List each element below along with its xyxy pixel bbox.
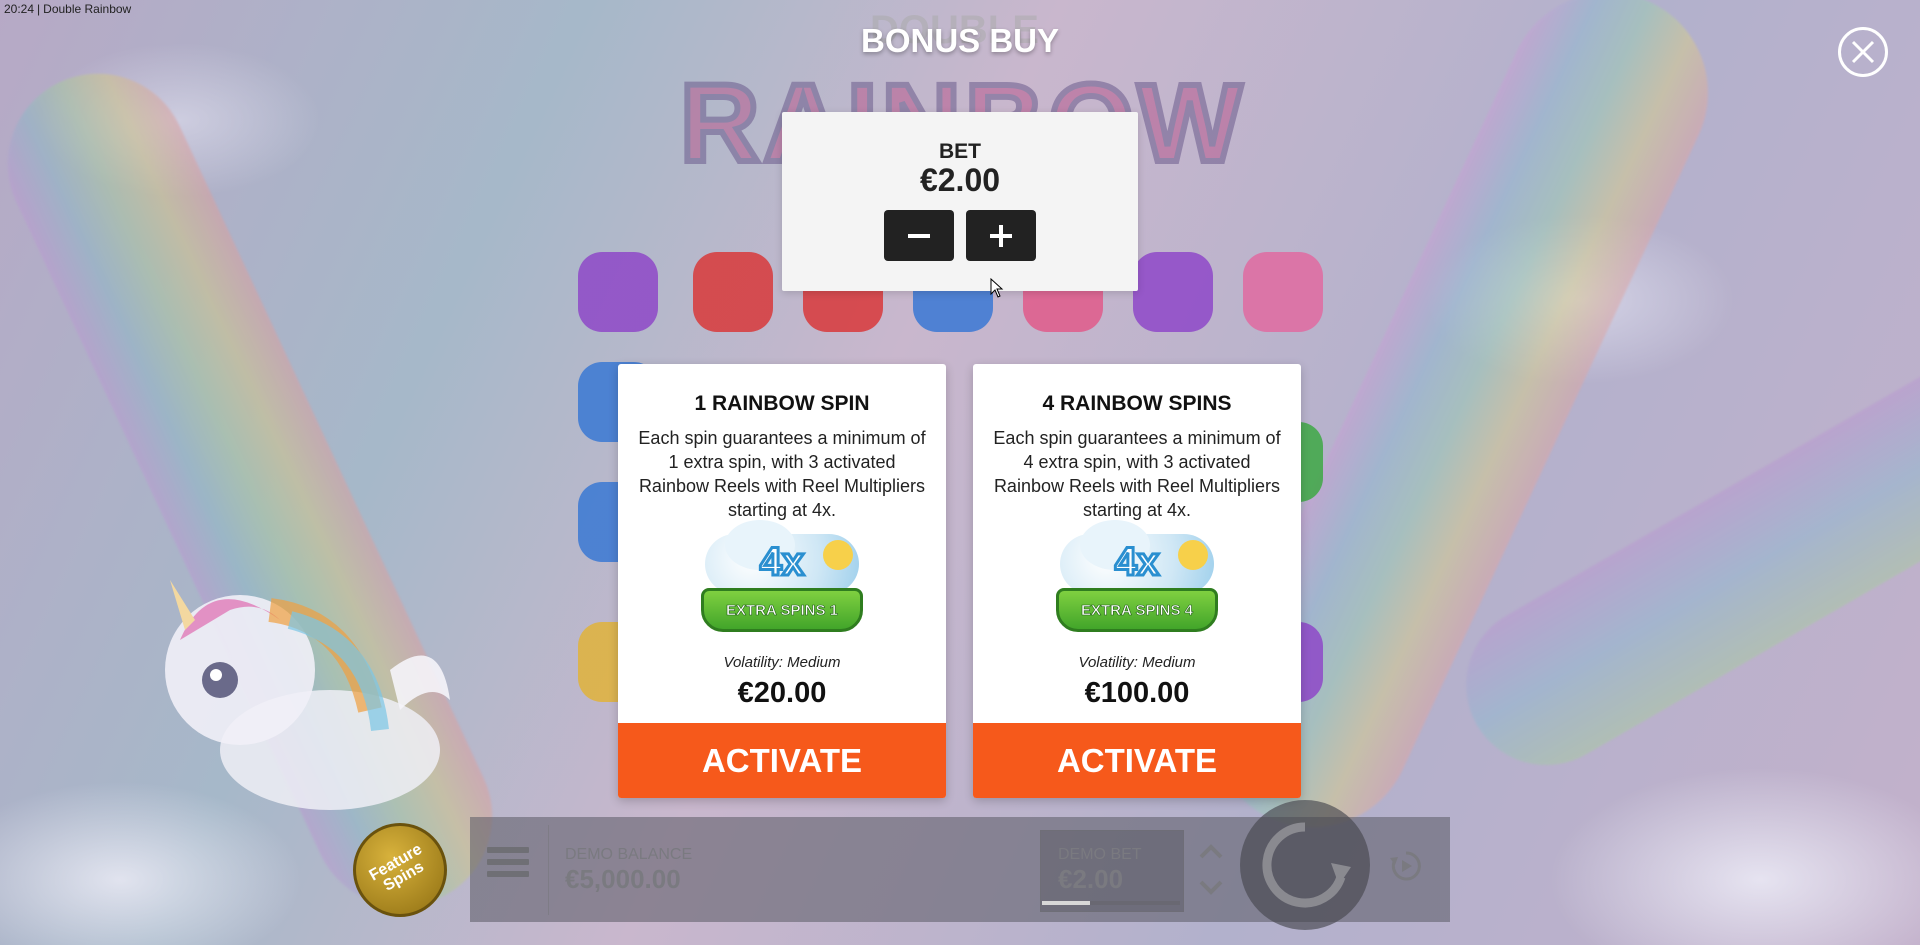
symbol-gem bbox=[1243, 252, 1323, 332]
status-bar: 20:24 | Double Rainbow bbox=[4, 2, 131, 16]
status-separator: | bbox=[37, 2, 41, 16]
activate-button[interactable]: ACTIVATE bbox=[618, 723, 946, 798]
option-description: Each spin guarantees a minimum of 1 extr… bbox=[638, 428, 926, 520]
hamburger-menu-icon[interactable] bbox=[487, 847, 529, 887]
clock-time: 20:24 bbox=[4, 2, 35, 16]
badge-ribbon: EXTRA SPINS 1 bbox=[701, 588, 863, 632]
bet-level-bar bbox=[1042, 901, 1180, 905]
spin-icon bbox=[1262, 822, 1351, 908]
plus-icon bbox=[990, 224, 1012, 247]
chevron-down-icon[interactable] bbox=[1196, 877, 1226, 897]
demo-bet-label: DEMO BET bbox=[1058, 846, 1142, 863]
demo-bet-value: €2.00 bbox=[1058, 864, 1124, 894]
bet-level-fill bbox=[1042, 901, 1091, 905]
bet-label: BET bbox=[939, 140, 981, 163]
extra-spins-badge: 4x EXTRA SPINS 4 bbox=[1052, 520, 1222, 644]
option-title: 4 RAINBOW SPINS bbox=[1042, 392, 1232, 415]
app-title: Double Rainbow bbox=[43, 2, 132, 16]
volatility-label: Volatility: Medium bbox=[723, 654, 841, 671]
option-price: €20.00 bbox=[737, 677, 827, 709]
increase-bet-button[interactable] bbox=[966, 210, 1036, 261]
symbol-gem bbox=[578, 252, 658, 332]
autoplay-icon bbox=[1390, 851, 1421, 881]
demo-balance-value: €5,000.00 bbox=[565, 864, 681, 894]
option-price: €100.00 bbox=[1084, 677, 1190, 709]
bonus-option-card: 1 RAINBOW SPIN Each spin guarantees a mi… bbox=[618, 364, 946, 798]
bonus-option-card: 4 RAINBOW SPINS Each spin guarantees a m… bbox=[973, 364, 1301, 798]
badge-multiplier: 4x bbox=[1113, 539, 1161, 586]
symbol-gem bbox=[693, 252, 773, 332]
bonus-buy-title: BONUS BUY bbox=[860, 22, 1060, 59]
unicorn-mascot bbox=[165, 580, 450, 810]
divider bbox=[548, 825, 549, 915]
feature-spins-button[interactable]: Feature Spins bbox=[353, 823, 447, 917]
decrease-bet-button[interactable] bbox=[884, 210, 954, 261]
badge-ribbon: EXTRA SPINS 4 bbox=[1056, 588, 1218, 632]
chevron-up-icon[interactable] bbox=[1196, 842, 1226, 862]
option-title: 1 RAINBOW SPIN bbox=[694, 392, 870, 415]
minus-icon bbox=[908, 233, 930, 238]
close-button[interactable] bbox=[1838, 27, 1888, 77]
demo-balance-label: DEMO BALANCE bbox=[565, 846, 693, 863]
feature-spins-label: Feature Spins bbox=[366, 840, 427, 895]
bet-value: €2.00 bbox=[919, 162, 1001, 198]
symbol-gem bbox=[1133, 252, 1213, 332]
extra-spins-badge: 4x EXTRA SPINS 1 bbox=[697, 520, 867, 644]
activate-button[interactable]: ACTIVATE bbox=[973, 723, 1301, 798]
close-icon bbox=[1851, 40, 1875, 64]
bet-panel: BET €2.00 bbox=[782, 112, 1138, 291]
badge-multiplier: 4x bbox=[758, 539, 806, 586]
volatility-label: Volatility: Medium bbox=[1078, 654, 1196, 671]
spin-button[interactable] bbox=[1240, 800, 1370, 930]
option-description: Each spin guarantees a minimum of 4 extr… bbox=[993, 428, 1281, 520]
autoplay-button[interactable] bbox=[1388, 848, 1424, 884]
